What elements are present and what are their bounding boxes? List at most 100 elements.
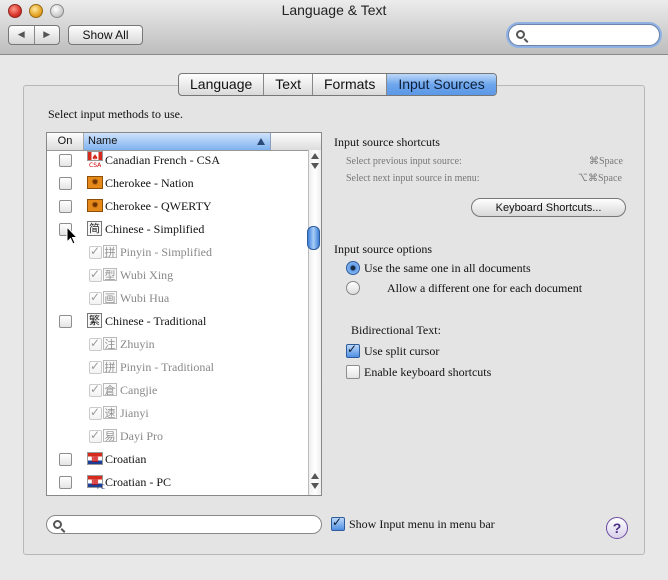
list-search-input[interactable]: [46, 515, 322, 534]
row-checkbox[interactable]: [89, 382, 102, 397]
row-label: Croatian - PC: [105, 475, 171, 489]
tab-input-sources[interactable]: Input Sources: [386, 74, 496, 95]
row-checkbox[interactable]: [59, 476, 72, 489]
wubi-hua-icon: 画: [103, 291, 117, 305]
scroll-down-arrow-icon[interactable]: [311, 483, 319, 489]
list-item[interactable]: Cherokee - Nation: [47, 172, 307, 195]
row-label: Chinese - Simplified: [105, 222, 205, 236]
cherokee-flag-icon: [87, 176, 103, 189]
next-source-label: Select next input source in menu:: [346, 173, 480, 184]
shortcuts-heading: Input source shortcuts: [334, 135, 440, 149]
row-checkbox[interactable]: [59, 177, 72, 190]
scroll-down-arrow-icon[interactable]: [311, 163, 319, 169]
list-item[interactable]: 拼 Pinyin - Traditional: [47, 356, 307, 379]
prev-source-label: Select previous input source:: [346, 156, 462, 167]
row-label: Zhuyin: [120, 337, 155, 351]
window-title: Language & Text: [281, 2, 387, 18]
pinyin-icon: 拼: [103, 245, 117, 259]
row-label: Wubi Hua: [120, 291, 170, 305]
instructions-label: Select input methods to use.: [48, 107, 183, 121]
bidi-heading: Bidirectional Text:: [351, 323, 441, 337]
row-checkbox[interactable]: [59, 154, 72, 167]
column-header-name[interactable]: Name: [84, 133, 271, 150]
list-scrollbar[interactable]: [308, 150, 321, 495]
show-input-menu-checkbox[interactable]: [331, 515, 345, 531]
row-checkbox[interactable]: [89, 244, 102, 259]
row-checkbox[interactable]: [89, 359, 102, 374]
list-item[interactable]: 易 Dayi Pro: [47, 425, 307, 448]
search-icon: [53, 520, 62, 529]
same-source-label: Use the same one in all documents: [364, 261, 531, 275]
row-label: Chinese - Traditional: [105, 314, 207, 328]
keyboard-shortcuts-label: Enable keyboard shortcuts: [364, 365, 492, 379]
list-item[interactable]: 繁 Chinese - Traditional: [47, 310, 307, 333]
help-button[interactable]: ?: [606, 517, 628, 539]
row-label: Cherokee - QWERTY: [105, 199, 212, 213]
different-source-radio[interactable]: [346, 281, 360, 295]
keyboard-shortcuts-checkbox[interactable]: [346, 365, 360, 379]
list-item[interactable]: 拼 Pinyin - Simplified: [47, 241, 307, 264]
forward-button[interactable]: ▶: [33, 26, 60, 44]
row-checkbox[interactable]: [89, 267, 102, 282]
row-label: Croatian: [105, 452, 147, 466]
input-methods-list[interactable]: On Name CSA Canadian French - CSA Cherok…: [46, 132, 322, 496]
wubi-xing-icon: 型: [103, 268, 117, 282]
tab-language[interactable]: Language: [179, 74, 263, 95]
row-label: Pinyin - Traditional: [120, 360, 215, 374]
search-icon: [516, 30, 525, 39]
list-item[interactable]: 注 Zhuyin: [47, 333, 307, 356]
options-heading: Input source options: [334, 242, 432, 256]
row-checkbox[interactable]: [89, 336, 102, 351]
row-label: Jianyi: [120, 406, 149, 420]
preferences-search-input[interactable]: [508, 24, 660, 46]
show-all-button[interactable]: Show All: [68, 25, 143, 45]
same-source-radio[interactable]: [346, 261, 360, 275]
mouse-cursor-icon: [66, 226, 79, 245]
cangjie-icon: 倉: [103, 383, 117, 397]
row-checkbox[interactable]: [89, 428, 102, 443]
pinyin-icon: 拼: [103, 360, 117, 374]
tab-formats[interactable]: Formats: [311, 74, 386, 95]
row-label: Cherokee - Nation: [105, 176, 194, 190]
csa-badge: CSA: [89, 162, 102, 169]
simplified-chinese-icon: 简: [87, 221, 102, 236]
croatia-flag-icon: [87, 452, 103, 465]
list-item[interactable]: 倉 Cangjie: [47, 379, 307, 402]
back-button[interactable]: ◀: [9, 26, 34, 44]
scroll-thumb[interactable]: [307, 226, 320, 250]
row-checkbox[interactable]: [59, 315, 72, 328]
row-checkbox[interactable]: [59, 453, 72, 466]
row-label: Dayi Pro: [120, 429, 163, 443]
keyboard-shortcuts-button[interactable]: Keyboard Shortcuts...: [471, 198, 626, 217]
tab-bar: Language Text Formats Input Sources: [178, 73, 497, 96]
row-checkbox[interactable]: [59, 200, 72, 213]
row-label: Cangjie: [120, 383, 158, 397]
back-forward-control: ◀ ▶: [8, 25, 60, 45]
list-item[interactable]: 型 Wubi Xing: [47, 264, 307, 287]
list-item[interactable]: PC Croatian - PC: [47, 471, 307, 494]
scroll-up-arrow-icon[interactable]: [311, 153, 319, 159]
tab-text[interactable]: Text: [263, 74, 312, 95]
title-bar: Language & Text ◀ ▶ Show All: [0, 0, 668, 55]
list-item[interactable]: CSA Canadian French - CSA: [47, 149, 307, 172]
row-label: Wubi Xing: [120, 268, 174, 282]
split-cursor-label: Use split cursor: [364, 344, 440, 358]
split-cursor-checkbox[interactable]: [346, 342, 360, 358]
canada-flag-icon: [87, 151, 103, 161]
list-item[interactable]: Croatian: [47, 448, 307, 471]
list-item[interactable]: Cherokee - QWERTY: [47, 195, 307, 218]
traditional-chinese-icon: 繁: [87, 313, 102, 328]
arrow-right-icon: ▶: [43, 30, 51, 40]
row-checkbox[interactable]: [89, 405, 102, 420]
row-checkbox[interactable]: [89, 290, 102, 305]
different-source-label: Allow a different one for each document: [387, 281, 583, 295]
zhuyin-icon: 注: [103, 337, 117, 351]
list-item[interactable]: 简 Chinese - Simplified: [47, 218, 307, 241]
show-input-menu-label: Show Input menu in menu bar: [349, 517, 495, 531]
list-item[interactable]: 速 Jianyi: [47, 402, 307, 425]
scroll-up-arrow-icon[interactable]: [311, 473, 319, 479]
column-header-on[interactable]: On: [47, 133, 84, 150]
dayi-icon: 易: [103, 429, 117, 443]
list-item[interactable]: 画 Wubi Hua: [47, 287, 307, 310]
arrow-left-icon: ◀: [17, 30, 25, 40]
